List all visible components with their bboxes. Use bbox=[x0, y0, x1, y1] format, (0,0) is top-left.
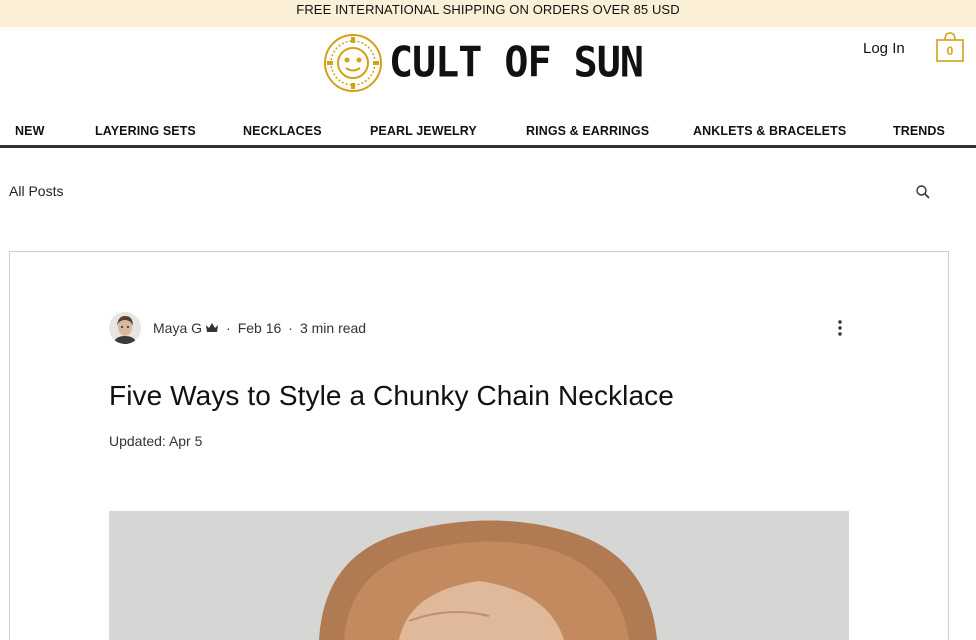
promo-banner: FREE INTERNATIONAL SHIPPING ON ORDERS OV… bbox=[0, 0, 976, 27]
updated-date: Updated: Apr 5 bbox=[109, 433, 203, 449]
post-title: Five Ways to Style a Chunky Chain Neckla… bbox=[109, 380, 674, 411]
search-icon[interactable] bbox=[915, 184, 931, 200]
meta-separator: · bbox=[226, 320, 231, 336]
hero-photo bbox=[109, 511, 849, 640]
avatar[interactable] bbox=[109, 312, 141, 344]
sun-medallion-icon bbox=[324, 34, 382, 92]
cart-count: 0 bbox=[946, 44, 954, 58]
post-hero-image bbox=[109, 511, 849, 640]
author-name[interactable]: Maya G bbox=[153, 320, 202, 336]
cart-button[interactable]: 0 bbox=[935, 31, 965, 63]
nav-item-rings-earrings[interactable]: RINGS & EARRINGS bbox=[526, 124, 649, 138]
author-photo bbox=[109, 312, 141, 344]
brand-logo[interactable]: CULT OF SUN bbox=[323, 33, 644, 93]
nav-item-necklaces[interactable]: NECKLACES bbox=[243, 124, 322, 138]
nav-item-new[interactable]: NEW bbox=[15, 124, 44, 138]
nav-item-pearl-jewelry[interactable]: PEARL JEWELRY bbox=[370, 124, 477, 138]
post-date: Feb 16 bbox=[237, 320, 282, 336]
more-actions-icon[interactable] bbox=[832, 318, 848, 338]
promo-text: FREE INTERNATIONAL SHIPPING ON ORDERS OV… bbox=[296, 2, 680, 17]
meta-separator: · bbox=[288, 320, 293, 336]
nav-item-anklets-bracelets[interactable]: ANKLETS & BRACELETS bbox=[693, 124, 846, 138]
all-posts-link[interactable]: All Posts bbox=[9, 183, 63, 199]
crown-icon bbox=[206, 323, 219, 332]
main-nav: NEW LAYERING SETS NECKLACES PEARL JEWELR… bbox=[0, 124, 976, 146]
nav-item-layering-sets[interactable]: LAYERING SETS bbox=[95, 124, 196, 138]
brand-wordmark: CULT OF SUN bbox=[389, 38, 644, 88]
nav-item-trends[interactable]: TRENDS bbox=[893, 124, 945, 138]
read-time: 3 min read bbox=[299, 320, 367, 336]
login-link[interactable]: Log In bbox=[863, 40, 905, 57]
nav-divider bbox=[0, 145, 976, 148]
post-meta: Maya G · Feb 16 · 3 min read bbox=[109, 312, 366, 344]
